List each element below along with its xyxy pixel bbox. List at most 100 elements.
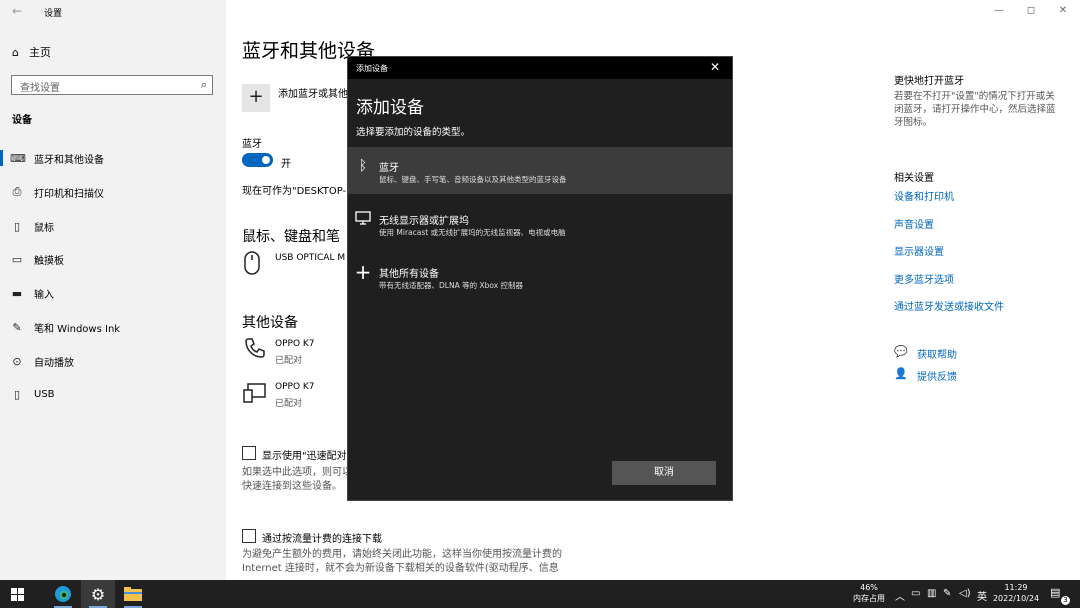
metered-checkbox[interactable] <box>242 529 256 543</box>
app-title: 设置 <box>44 9 63 19</box>
feedback-link[interactable]: 提供反馈 <box>917 368 957 383</box>
notification-count: 3 <box>1061 596 1070 605</box>
phone-icon <box>243 336 267 365</box>
option-wireless-display[interactable]: 无线显示器或扩展坞 使用 Miracast 或无线扩展坞的无线监视器、电视或电脑 <box>348 200 732 247</box>
metered-desc-1: 为避免产生额外的费用，请始终关闭此功能，这样当你使用按流量计费的 <box>242 549 562 560</box>
minimize-button[interactable]: — <box>990 5 1008 19</box>
quick-bluetooth-text: 若要在不打开"设置"的情况下打开或关闭蓝牙，请打开操作中心，然后选择蓝牙图标。 <box>894 91 1056 128</box>
nav-home[interactable]: ⌂ 主页 <box>12 44 51 60</box>
search-placeholder: 查找设置 <box>20 83 60 94</box>
link-more-bluetooth[interactable]: 更多蓝牙选项 <box>894 271 954 286</box>
link-sound-settings[interactable]: 声音设置 <box>894 216 934 231</box>
bluetooth-toggle[interactable] <box>242 153 273 167</box>
mouse-section-title: 鼠标、键盘和笔 <box>242 229 340 245</box>
sidebar-item-mouse[interactable]: ▯ 鼠标 <box>10 217 54 235</box>
other-devices-title: 其他设备 <box>242 315 298 331</box>
ime-indicator[interactable]: 英 <box>977 588 987 603</box>
mouse-device-name[interactable]: USB OPTICAL MOUSE <box>275 253 345 263</box>
add-device-dialog: 添加设备 ✕ 添加设备 选择要添加的设备的类型。 ᛒ 蓝牙 鼠标、键盘、手写笔、… <box>347 56 733 501</box>
volume-icon[interactable]: ◁) <box>959 588 971 599</box>
option-everything-else[interactable]: + 其他所有设备 带有无线适配器、DLNA 等的 Xbox 控制器 <box>348 253 732 300</box>
settings-taskbar-button[interactable]: ⚙ <box>81 580 115 608</box>
memory-usage[interactable]: 46% 内存占用 <box>848 582 890 604</box>
add-device-button[interactable]: + <box>242 84 270 112</box>
pen-workspace-icon[interactable]: ✎ <box>943 588 951 599</box>
bluetooth-label: 蓝牙 <box>242 139 262 150</box>
sidebar-item-autoplay[interactable]: ⊙ 自动播放 <box>10 352 74 370</box>
bluetooth-devices-icon: ⌨ <box>10 151 26 165</box>
sidebar-item-label: 自动播放 <box>34 357 74 369</box>
swift-pair-desc-2: 快速连接到这些设备。 <box>242 481 342 492</box>
back-button[interactable]: ← <box>8 4 26 20</box>
sidebar-item-label: 蓝牙和其他设备 <box>34 154 104 166</box>
sidebar-item-usb[interactable]: ▯ USB <box>10 385 55 403</box>
link-send-receive-files[interactable]: 通过蓝牙发送或接收文件 <box>894 298 1004 313</box>
search-icon[interactable]: ⌕ <box>201 78 207 92</box>
option-bluetooth[interactable]: ᛒ 蓝牙 鼠标、键盘、手写笔、音频设备以及其他类型的蓝牙设备 <box>348 147 732 194</box>
option-title: 无线显示器或扩展坞 <box>379 216 469 227</box>
home-icon: ⌂ <box>12 45 19 59</box>
cancel-button[interactable]: 取消 <box>612 461 716 485</box>
metered-label[interactable]: 通过按流量计费的连接下载 <box>262 530 382 545</box>
dialog-title: 添加设备 <box>356 98 424 118</box>
monitor-icon <box>354 211 372 229</box>
device-icon <box>243 382 267 409</box>
battery-icon[interactable]: ▭ <box>911 588 920 599</box>
usb-icon: ▯ <box>13 387 21 401</box>
sidebar-item-label: 输入 <box>34 289 54 301</box>
device-name[interactable]: OPPO K7 <box>275 382 345 392</box>
nav-section-title: 设备 <box>12 115 32 126</box>
swift-pair-checkbox[interactable] <box>242 446 256 460</box>
windows-icon <box>10 587 24 601</box>
sidebar-item-pen[interactable]: ✎ 笔和 Windows Ink <box>10 318 120 336</box>
sidebar-item-label: USB <box>34 388 55 400</box>
swift-pair-desc-1: 如果选中此选项，则可以 <box>242 467 347 478</box>
mouse-device-icon <box>243 250 261 281</box>
metered-desc-2: Internet 连接时，就不会为新设备下载相关的设备软件(驱动程序、信息 <box>242 563 559 574</box>
sidebar-item-printers[interactable]: ⎙ 打印机和扫描仪 <box>10 183 104 201</box>
close-icon[interactable]: ✕ <box>710 60 720 74</box>
help-icon: 💬 <box>894 345 908 358</box>
file-explorer-button[interactable] <box>116 580 150 608</box>
network-icon[interactable]: ▥ <box>927 588 936 599</box>
clock-date: 2022/10/24 <box>992 594 1040 603</box>
sidebar-item-typing[interactable]: ▬ 输入 <box>10 284 54 302</box>
clock-time: 11:29 <box>1004 583 1028 592</box>
printer-icon: ⎙ <box>12 185 22 198</box>
mouse-icon: ▯ <box>13 219 21 233</box>
sidebar-item-touchpad[interactable]: ▭ 触摸板 <box>10 250 64 268</box>
feedback-icon: 👤 <box>894 367 908 380</box>
device-status: 已配对 <box>275 356 303 366</box>
link-display-settings[interactable]: 显示器设置 <box>894 243 944 258</box>
search-input[interactable]: 查找设置 ⌕ <box>11 75 213 95</box>
sidebar-item-label: 笔和 Windows Ink <box>34 323 121 335</box>
option-desc: 使用 Miracast 或无线扩展坞的无线监视器、电视或电脑 <box>379 228 566 237</box>
dialog-bar-title: 添加设备 <box>356 64 388 73</box>
device-name[interactable]: OPPO K7 <box>275 339 345 349</box>
discoverable-text: 现在可作为"DESKTOP-IV <box>242 186 352 197</box>
quick-bluetooth-title: 更快地打开蓝牙 <box>894 76 964 87</box>
dialog-subtitle: 选择要添加的设备的类型。 <box>356 127 471 138</box>
clock[interactable]: 11:29 2022/10/24 <box>992 582 1040 604</box>
notification-button[interactable]: ▤ 3 <box>1050 586 1070 605</box>
keyboard-icon: ▬ <box>11 286 23 300</box>
option-desc: 鼠标、键盘、手写笔、音频设备以及其他类型的蓝牙设备 <box>379 175 567 184</box>
autoplay-icon: ⊙ <box>12 354 22 368</box>
get-help-link[interactable]: 获取帮助 <box>917 346 957 361</box>
start-button[interactable] <box>0 580 34 608</box>
maximize-button[interactable]: ◻ <box>1022 5 1040 19</box>
swift-pair-label[interactable]: 显示使用"迅速配对" <box>262 447 352 462</box>
memory-percent: 46% <box>860 583 878 592</box>
close-button[interactable]: ✕ <box>1054 5 1072 19</box>
dialog-title-bar: 添加设备 ✕ <box>348 57 732 79</box>
pen-icon: ✎ <box>12 320 22 334</box>
home-label: 主页 <box>28 46 51 59</box>
option-title: 蓝牙 <box>379 163 399 174</box>
edge-button[interactable] <box>46 580 80 608</box>
related-settings-title: 相关设置 <box>894 173 934 184</box>
memory-label: 内存占用 <box>853 594 885 603</box>
sidebar-item-bluetooth[interactable]: ⌨ 蓝牙和其他设备 <box>0 149 104 167</box>
sidebar: ⌂ 主页 查找设置 ⌕ 设备 ⌨ 蓝牙和其他设备 ⎙ 打印机和扫描仪 ▯ 鼠标 … <box>0 0 226 580</box>
chevron-up-icon[interactable]: ︿ <box>895 588 905 603</box>
link-devices-printers[interactable]: 设备和打印机 <box>894 188 954 203</box>
